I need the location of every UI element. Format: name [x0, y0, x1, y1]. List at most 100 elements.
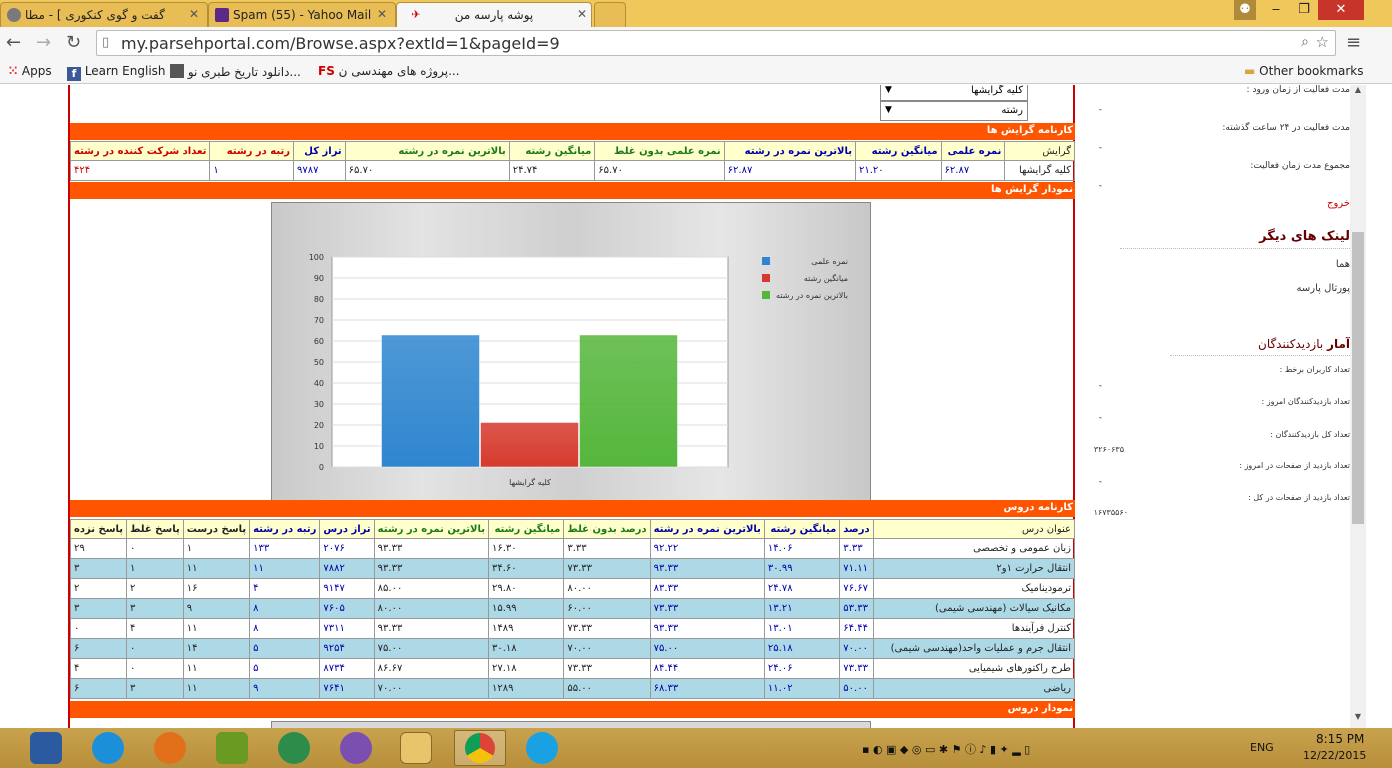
table-cell: ۷۶۰۵: [319, 598, 375, 619]
visitors-total-label: تعداد کل بازدیدکنندگان :: [1270, 430, 1350, 439]
table-row: طرح راکتورهای شیمیایی ۷۳.۳۳ ۲۴.۰۶ ۸۴.۴۴ ۷۳.۳…: [69, 658, 1076, 679]
table-cell: ۰: [126, 658, 184, 679]
skype-icon[interactable]: [526, 732, 558, 764]
page-scrollbar[interactable]: ▲ ▼: [1350, 85, 1366, 728]
table-cell: ۱۱: [182, 678, 251, 699]
close-window-button[interactable]: ✕: [1318, 0, 1364, 20]
table-cell: ۴: [126, 618, 184, 639]
bookmark-engineering-projects[interactable]: FS پروژه های مهندسی ن...: [318, 64, 460, 78]
close-icon[interactable]: ✕: [577, 7, 587, 21]
stats-title: آمار بازدیدکنندگان: [1170, 337, 1350, 356]
table-cell: ۹: [249, 678, 321, 699]
link-parseh-portal[interactable]: پورتال پارسه: [1297, 283, 1350, 294]
scroll-down-icon[interactable]: ▼: [1350, 712, 1366, 726]
link-homa[interactable]: هما: [1336, 259, 1350, 270]
table-row: مکانیک سیالات (مهندسی شیمی) ۵۳.۳۳ ۱۳.۲۱ ۷۳.…: [69, 598, 1076, 619]
col-header: تراز درس: [319, 519, 375, 539]
y-tick-label: 0: [319, 463, 324, 472]
table-cell: ۷۳.۳۳: [563, 558, 651, 579]
chrome-taskbar-button[interactable]: [454, 730, 506, 766]
file-explorer-icon[interactable]: [400, 732, 432, 764]
activity-since-login-value: -: [1098, 105, 1102, 115]
col-header: بالاترین نمره در رشته: [373, 519, 490, 539]
col-header: پاسخ نزده: [69, 519, 128, 539]
bookmark-learn-english[interactable]: f Learn English: [67, 64, 166, 81]
firefox-icon[interactable]: [154, 732, 186, 764]
page-visits-today-value: -: [1098, 477, 1102, 487]
menu-icon[interactable]: ≡: [1346, 32, 1361, 53]
forward-icon[interactable]: →: [36, 32, 51, 53]
table-cell: ۰: [126, 538, 184, 559]
table-cell: ۷۵.۰۰: [373, 638, 490, 659]
close-icon[interactable]: ✕: [189, 7, 199, 21]
col-header: میانگین رشته: [488, 519, 565, 539]
table-cell: ۱۶: [182, 578, 251, 599]
tab-yahoo-mail[interactable]: Spam (55) - Yahoo Mail ✕: [208, 2, 396, 27]
col-header: رتبه در رشته: [249, 519, 321, 539]
bookmark-history-download[interactable]: دانلود تاریخ طبری نو...: [170, 64, 301, 79]
maximize-button[interactable]: ❐: [1290, 0, 1318, 20]
minimize-button[interactable]: ‒: [1262, 0, 1290, 20]
y-tick-label: 10: [314, 442, 324, 451]
major-select[interactable]: رشته ▼: [880, 101, 1028, 121]
network-globe-icon[interactable]: [278, 732, 310, 764]
bookmark-apps[interactable]: ⁙ Apps: [8, 64, 52, 78]
table-cell: ۱۴۸۹: [488, 618, 565, 639]
y-tick-label: 60: [314, 337, 324, 346]
table-cell: ۱۶.۳۰: [488, 538, 565, 559]
clock-time[interactable]: 8:15 PM: [1316, 732, 1364, 746]
scroll-thumb[interactable]: [1352, 232, 1364, 524]
col-header: پاسخ غلط: [126, 519, 184, 539]
table-cell: ۸: [249, 618, 321, 639]
user-icon[interactable]: ⚉: [1234, 0, 1256, 20]
table-cell: ۲۴.۷۸: [763, 578, 841, 599]
orientation-select[interactable]: کلیه گرایشها ▼: [880, 85, 1028, 101]
table-cell: ۸۳.۳۳: [649, 578, 765, 599]
table-cell: ۹۲۵۴: [319, 638, 375, 659]
tab-parseh-folder[interactable]: ✈ پوشه پارسه من ✕: [396, 2, 592, 28]
table-row: انتقال جرم و عملیات واحد(مهندسی شیمی) ۷۰.…: [69, 638, 1076, 659]
table-cell: ۱۵.۹۹: [488, 598, 565, 619]
app-g-icon[interactable]: [216, 732, 248, 764]
page-content: کلیه گرایشها ▼ رشته ▼ کارنامه گرایش ها گ…: [0, 85, 1392, 728]
table-cell: ۲۱.۲۰: [855, 160, 942, 181]
table-row: انتقال حرارت ۱و۲ ۷۱.۱۱ ۳۰.۹۹ ۹۳.۳۳ ۷۳.۳۳ ۳۴.۶…: [69, 558, 1076, 579]
table-cell: ۲۹.۸۰: [488, 578, 565, 599]
apps-grid-icon: ⁙: [8, 64, 19, 78]
zoom-icon[interactable]: ⌕: [1301, 34, 1309, 50]
table-cell: ۱۲۸۹: [488, 678, 565, 699]
legend-swatch: [762, 257, 770, 265]
table-row: کلیه گرایشها ۶۲.۸۷ ۲۱.۲۰ ۶۲.۸۷ ۶۵.۷۰ ۲۴.…: [69, 160, 1075, 181]
col-header: تراز کل: [292, 141, 346, 161]
back-icon[interactable]: ←: [6, 32, 21, 53]
table-cell: ۷۰.۰۰: [563, 638, 651, 659]
bookmark-other[interactable]: ▬ Other bookmarks: [1244, 64, 1364, 78]
tab-forum[interactable]: گفت و گوی کنکوری ] - مطا ✕: [0, 2, 208, 27]
table-cell: ۳: [69, 598, 128, 619]
new-tab-button[interactable]: [594, 2, 626, 27]
table-cell: ۱۳.۰۱: [763, 618, 841, 639]
table-cell: ۷۳۱۱: [319, 618, 375, 639]
language-indicator[interactable]: ENG: [1250, 741, 1274, 754]
kmplayer-icon[interactable]: [30, 732, 62, 764]
visitors-today-value: -: [1098, 413, 1102, 423]
internet-explorer-icon[interactable]: [92, 732, 124, 764]
viber-icon[interactable]: [340, 732, 372, 764]
logout-link[interactable]: خروج: [1327, 198, 1350, 209]
table-cell: ۱۴.۰۶: [763, 538, 841, 559]
close-icon[interactable]: ✕: [377, 7, 387, 21]
col-header: گرایش: [1004, 141, 1075, 161]
activity-24h-label: مدت فعالیت در ۲۴ ساعت گذشته:: [1222, 123, 1350, 133]
reload-icon[interactable]: ↻: [66, 32, 81, 53]
star-icon[interactable]: ☆: [1316, 33, 1329, 51]
table-cell: ۲۰۷۶: [319, 538, 375, 559]
browser-tab-bar: گفت و گوی کنکوری ] - مطا ✕ Spam (55) - Y…: [0, 0, 1392, 28]
total-activity-label: مجموع مدت زمان فعالیت:: [1250, 161, 1350, 171]
tray-icons[interactable]: ▪ ◐ ▣ ◆ ◎ ▭ ✱ ⚑ ⓘ ♪ ▮ ✦ ▂ ▯: [862, 741, 1030, 757]
course-chart-top: [271, 721, 871, 728]
table-cell: ۳: [69, 558, 128, 579]
scroll-up-icon[interactable]: ▲: [1350, 85, 1366, 99]
clock-date[interactable]: 12/22/2015: [1303, 749, 1366, 762]
table-cell: ۱۳.۲۱: [763, 598, 841, 619]
address-bar[interactable]: ▯ my.parsehportal.com/Browse.aspx?extId=…: [96, 30, 1336, 56]
